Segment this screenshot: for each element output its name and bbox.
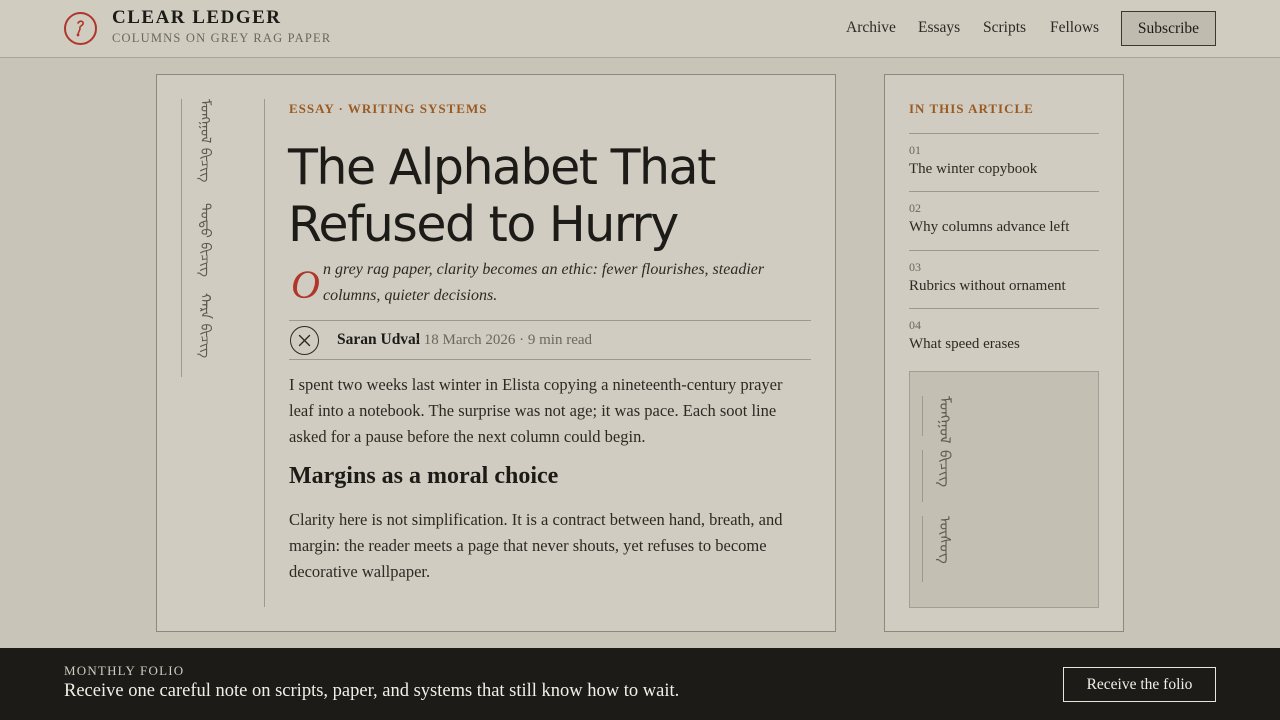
brand-subtitle: COLUMNS ON GREY RAG PAPER (112, 31, 332, 45)
divider (181, 99, 182, 377)
toc-number: 03 (909, 260, 921, 274)
article-card: ᠮᠣᠩᠭᠣᠯ ᠪᠢᠴᠢᠭ ᠲᠣᠳᠣ ᠪᠢᠴᠢᠭ ᠬᠠᠷᠠ ᠪᠢᠴᠢᠭ ESSAY… (156, 74, 836, 632)
margin-script-line: ᠬᠠᠷᠠ ᠪᠢᠴᠢᠭ (197, 293, 213, 359)
nav-essays[interactable]: Essays (918, 19, 960, 37)
nav-scripts[interactable]: Scripts (983, 19, 1026, 37)
brush-icon[interactable] (64, 12, 97, 45)
toc-title: IN THIS ARTICLE (909, 101, 1034, 116)
divider (289, 320, 811, 321)
subscribe-button[interactable]: Subscribe (1121, 11, 1216, 46)
toc-item[interactable]: 03 Rubrics without ornament (909, 250, 1099, 309)
divider (289, 359, 811, 360)
nav-fellows[interactable]: Fellows (1050, 19, 1099, 37)
brand-title[interactable]: CLEAR LEDGER (112, 7, 282, 29)
body-paragraph: I spent two weeks last winter in Elista … (289, 375, 783, 446)
footer-kicker: MONTHLY FOLIO (64, 663, 185, 678)
script-sample-line: ᠮᠣᠩᠭᠣᠯ (936, 396, 954, 444)
toc-label: What speed erases (909, 336, 1020, 352)
article-eyebrow: ESSAY · WRITING SYSTEMS (289, 101, 488, 116)
toc-item[interactable]: 02 Why columns advance left (909, 191, 1099, 250)
article-headline: The Alphabet That Refused to Hurry (288, 139, 716, 253)
toc-label: Rubrics without ornament (909, 278, 1066, 294)
table-of-contents: IN THIS ARTICLE 01 The winter copybook 0… (884, 74, 1124, 632)
author-name[interactable]: Saran Udval (337, 331, 420, 349)
article-deck: n grey rag paper, clarity becomes an eth… (323, 261, 765, 304)
script-sample-line: ᠦᠰᠦᠭ (936, 516, 954, 564)
nav-archive[interactable]: Archive (846, 19, 896, 37)
article-meta: · 18 March 2026 · 9 min read (415, 332, 593, 348)
receive-folio-button[interactable]: Receive the folio (1063, 667, 1216, 702)
toc-number: 04 (909, 318, 921, 332)
toc-label: The winter copybook (909, 161, 1038, 177)
script-sample-panel: ᠮᠣᠩᠭᠣᠯ ᠪᠢᠴᠢᠭ ᠦᠰᠦᠭ (909, 371, 1099, 608)
toc-item[interactable]: 01 The winter copybook (909, 133, 1099, 192)
close-icon[interactable] (290, 326, 319, 355)
toc-item[interactable]: 04 What speed erases (909, 308, 1099, 367)
newsletter-footer: MONTHLY FOLIO Receive one careful note o… (0, 648, 1280, 720)
divider (922, 396, 923, 436)
body-paragraph: Clarity here is not simplification. It i… (289, 510, 783, 581)
toc-label: Why columns advance left (909, 219, 1070, 235)
margin-script-line: ᠮᠣᠩᠭᠣᠯ ᠪᠢᠴᠢᠭ (197, 99, 213, 183)
script-sample-line: ᠪᠢᠴᠢᠭ (936, 450, 954, 488)
toc-number: 02 (909, 201, 921, 215)
margin-script-line: ᠲᠣᠳᠣ ᠪᠢᠴᠢᠭ (197, 203, 213, 277)
footer-text: Receive one careful note on scripts, pap… (64, 681, 680, 701)
divider (922, 450, 923, 502)
divider (264, 99, 265, 607)
dropcap: O (291, 262, 320, 307)
section-heading: Margins as a moral choice (289, 463, 559, 489)
divider (922, 516, 923, 582)
toc-number: 01 (909, 143, 921, 157)
top-bar: CLEAR LEDGER COLUMNS ON GREY RAG PAPER A… (0, 0, 1280, 58)
